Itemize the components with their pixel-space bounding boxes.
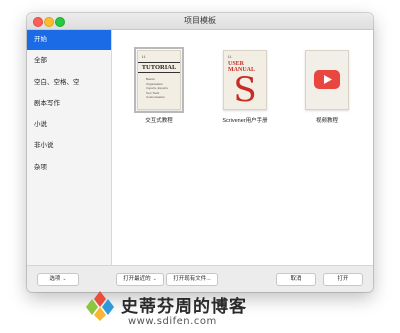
open-existing-file-button[interactable]: 打开现有文件... (166, 273, 218, 286)
category-sidebar: 开始 全部 空白、空格、空 剧本写作 小说 非小说 杂项 (27, 30, 112, 266)
template-thumbnail-tutorial[interactable]: I.I. TUTORIAL Basics Organisation Import… (134, 47, 184, 113)
sidebar-item-start[interactable]: 开始 (27, 30, 111, 50)
play-icon (314, 70, 340, 89)
template-thumbnail-user-manual[interactable]: I.I. USER MANUAL S (223, 50, 267, 110)
open-button[interactable]: 打开 (323, 273, 363, 286)
titlebar: 项目模板 (27, 13, 373, 30)
window-title: 项目模板 (184, 16, 216, 25)
cover-tag: I.I. (228, 54, 233, 59)
watermark-url: www.sdifen.com (128, 316, 217, 327)
template-tutorial[interactable]: I.I. TUTORIAL Basics Organisation Import… (124, 47, 194, 124)
sidebar-item-misc[interactable]: 杂项 (27, 158, 111, 178)
cover-contents: Basics Organisation Imports, Exports Tex… (146, 77, 168, 99)
cancel-button[interactable]: 取消 (276, 273, 316, 286)
cover-rule (138, 62, 180, 63)
sidebar-item-fiction[interactable]: 小说 (27, 115, 111, 135)
scrivener-s-logo: S (233, 70, 257, 110)
sidebar-item-blank[interactable]: 空白、空格、空 (27, 73, 111, 93)
template-label-video: 视频教程 (315, 118, 338, 124)
template-label-user-manual: Scrivener用户手册 (222, 118, 268, 124)
options-button[interactable]: 选项 ⌄ (37, 273, 79, 286)
watermark-site-name: 史蒂芬周的博客 (121, 297, 247, 317)
cover-title: TUTORIAL (141, 64, 177, 71)
sidebar-item-all[interactable]: 全部 (27, 51, 111, 71)
template-thumbnail-video[interactable] (305, 50, 349, 110)
bottom-toolbar: 选项 ⌄ 打开最近的 ⌄ 打开现有文件... 取消 打开 (27, 265, 373, 292)
template-video-tutorials[interactable]: 视频教程 (292, 50, 362, 124)
project-templates-window: 项目模板 开始 全部 空白、空格、空 剧本写作 小说 非小说 杂项 I.I. T… (27, 13, 373, 292)
watermark-logo (86, 291, 114, 321)
template-label-tutorial: 交互式教程 (145, 118, 173, 124)
template-user-manual[interactable]: I.I. USER MANUAL S Scrivener用户手册 (210, 50, 280, 124)
cover-rule (138, 72, 180, 73)
chevron-down-icon: ⌄ (152, 276, 157, 282)
sidebar-item-scriptwriting[interactable]: 剧本写作 (27, 94, 111, 114)
template-grid: I.I. TUTORIAL Basics Organisation Import… (112, 30, 373, 266)
sidebar-item-nonfiction[interactable]: 非小说 (27, 136, 111, 156)
chevron-down-icon: ⌄ (62, 276, 67, 282)
cover-tag: I.I. (142, 54, 147, 59)
open-recent-button[interactable]: 打开最近的 ⌄ (116, 273, 164, 286)
